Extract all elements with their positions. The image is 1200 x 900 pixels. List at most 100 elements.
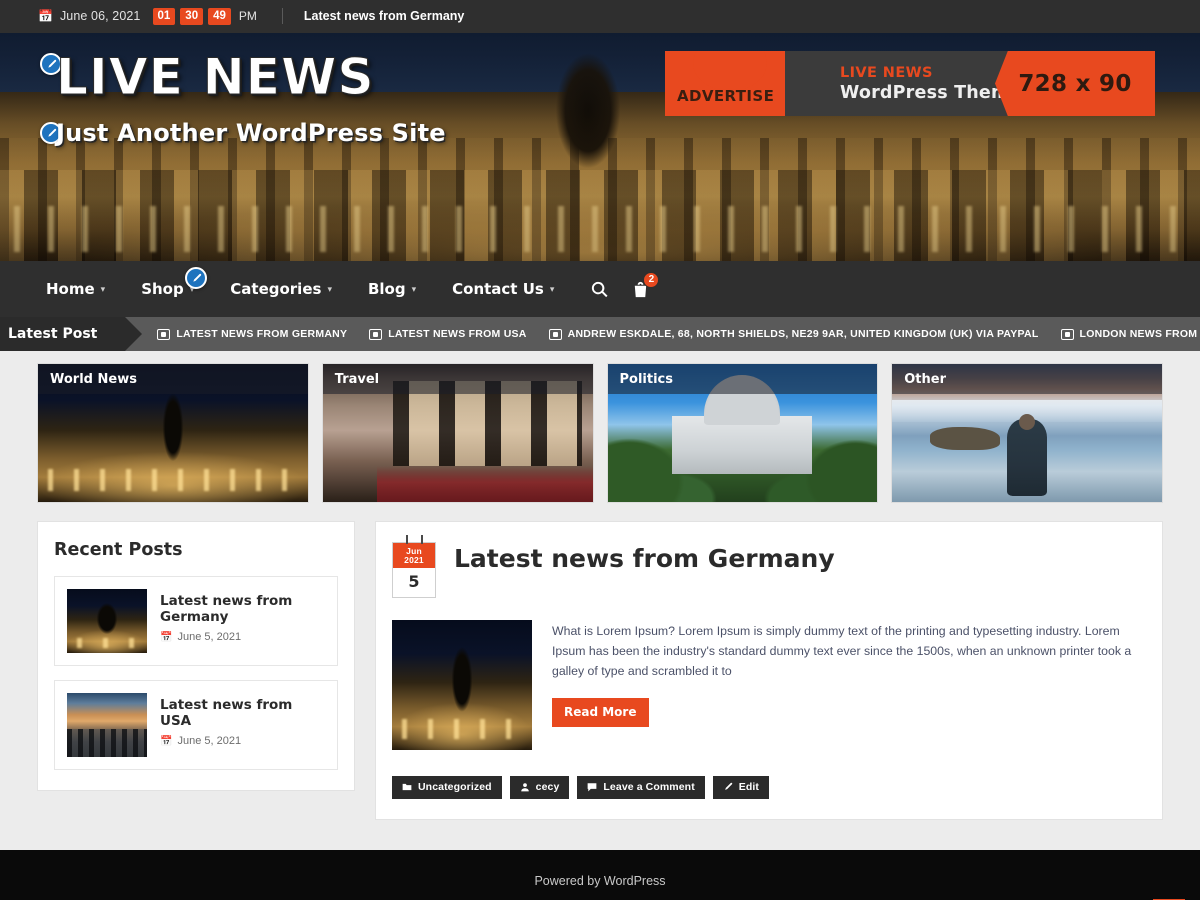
site-footer: Powered by WordPress All rights reserved… — [0, 849, 1200, 900]
meta-label: Uncategorized — [418, 780, 492, 793]
post-author-tag[interactable]: cecy — [509, 775, 570, 799]
post-category-tag[interactable]: Uncategorized — [392, 775, 502, 799]
clock-minutes: 30 — [180, 7, 204, 26]
ticker-item[interactable]: LATEST NEWS FROM USA — [369, 328, 526, 340]
post-date-badge: Jun 2021 5 — [392, 535, 436, 598]
recent-posts-title: Recent Posts — [54, 540, 183, 560]
folder-icon — [402, 783, 412, 790]
top-bar: 📅 June 06, 2021 01 30 49 PM Latest news … — [0, 0, 1200, 33]
content-area: Recent Posts Latest news from Germany 📅 … — [0, 503, 1200, 850]
calendar-icon: 📅 — [160, 631, 173, 643]
category-card-travel[interactable]: Travel — [321, 363, 594, 503]
edit-post-tag[interactable]: Edit — [712, 775, 770, 799]
clock-seconds: 49 — [208, 7, 231, 26]
post-featured-image[interactable] — [392, 619, 532, 750]
category-label: Travel — [322, 364, 593, 394]
recent-post-thumbnail — [67, 589, 147, 653]
recent-post-title[interactable]: Latest news from Germany — [160, 593, 325, 625]
news-icon — [548, 328, 562, 340]
nav-item-home[interactable]: Home ▾ — [40, 280, 123, 298]
current-date: June 06, 2021 — [59, 9, 141, 24]
nav-label: Home — [46, 280, 95, 298]
category-card-other[interactable]: Other — [891, 363, 1163, 503]
chevron-down-icon: ▾ — [549, 285, 555, 295]
post-excerpt: What is Lorem Ipsum? Lorem Ipsum is simp… — [552, 623, 1132, 678]
nav-label: Shop — [141, 280, 184, 298]
category-label: World News — [38, 364, 308, 394]
cart-count-badge: 2 — [643, 271, 660, 288]
recent-post-date: 📅 June 5, 2021 — [160, 735, 325, 747]
shopping-bag-icon[interactable]: 2 — [631, 271, 660, 299]
ad-size-label: 728 x 90 — [1018, 70, 1132, 97]
recent-post-date: 📅 June 5, 2021 — [160, 631, 325, 643]
post-meta-row: Uncategorized cecy Leave a Comment Edit — [392, 775, 1144, 799]
category-card-politics[interactable]: Politics — [606, 363, 879, 503]
main-article: Jun 2021 5 Latest news from Germany What… — [375, 521, 1163, 820]
meta-label: cecy — [535, 780, 560, 793]
nav-item-contact-us[interactable]: Contact Us ▾ — [434, 280, 572, 298]
ticker-items: LATEST NEWS FROM GERMANY LATEST NEWS FRO… — [157, 328, 1197, 340]
recent-post-item[interactable]: Latest news from USA 📅 June 5, 2021 — [54, 680, 338, 770]
site-tagline: Just Another WordPress Site — [56, 119, 446, 147]
ticker-item-label: LATEST NEWS FROM GERMANY — [176, 328, 348, 340]
main-navigation: Home ▾ Shop ▾ Categories ▾ Blog ▾ Contac… — [0, 261, 1200, 317]
post-date-day: 5 — [392, 567, 436, 598]
divider — [281, 8, 283, 25]
ad-right-panel: 728 x 90 — [995, 51, 1155, 116]
category-cards: World News Travel Politics Other — [0, 351, 1200, 503]
site-title[interactable]: LIVE NEWS — [56, 52, 375, 103]
comment-icon — [588, 783, 597, 792]
pencil-icon — [724, 782, 733, 790]
nav-label: Contact Us — [452, 280, 544, 298]
read-more-button[interactable]: Read More — [552, 697, 649, 727]
category-card-world-news[interactable]: World News — [37, 363, 309, 503]
ticker-item-label: LONDON NEWS FROM — [1079, 328, 1198, 340]
chevron-down-icon: ▾ — [327, 285, 332, 295]
ticker-item-label: LATEST NEWS FROM USA — [388, 328, 527, 340]
date-text: June 5, 2021 — [177, 631, 242, 643]
chevron-down-icon: ▾ — [411, 285, 417, 295]
news-icon — [1060, 328, 1074, 340]
ticker-label: Latest Post — [0, 317, 143, 351]
clock: 01 30 49 PM — [152, 7, 257, 26]
ticker-item[interactable]: ANDREW ESKDALE, 68, NORTH SHIELDS, NE29 … — [548, 328, 1039, 340]
sidebar: Recent Posts Latest news from Germany 📅 … — [37, 521, 355, 791]
news-icon — [369, 328, 383, 340]
meta-label: Edit — [738, 780, 760, 793]
topbar-headline[interactable]: Latest news from Germany — [304, 9, 464, 23]
ad-advertise-label: ADVERTISE — [677, 87, 775, 105]
category-label: Politics — [607, 364, 878, 394]
leave-comment-tag[interactable]: Leave a Comment — [577, 775, 705, 799]
edit-menu-pencil-icon[interactable] — [185, 267, 207, 289]
date-text: June 5, 2021 — [177, 735, 242, 747]
powered-by-link[interactable]: Powered by WordPress — [534, 874, 665, 888]
recent-post-thumbnail — [67, 693, 147, 757]
advertisement-banner[interactable]: ADVERTISE LIVE NEWS WordPress Theme 728 … — [665, 51, 1155, 116]
nav-item-blog[interactable]: Blog ▾ — [350, 280, 434, 298]
nav-label: Categories — [230, 280, 322, 298]
news-icon — [157, 328, 171, 340]
calendar-icon: 📅 — [38, 9, 53, 24]
nav-label: Blog — [367, 280, 406, 298]
site-branding: LIVE NEWS Just Another WordPress Site — [40, 52, 446, 147]
nav-menu: Home ▾ Shop ▾ Categories ▾ Blog ▾ Contac… — [40, 271, 660, 299]
page-body: World News Travel Politics Other Recent … — [0, 351, 1200, 850]
category-label: Other — [892, 364, 1162, 394]
site-header-banner: LIVE NEWS Just Another WordPress Site AD… — [0, 33, 1200, 261]
user-icon — [520, 783, 529, 792]
meta-label: Leave a Comment — [603, 780, 695, 793]
recent-post-title[interactable]: Latest news from USA — [160, 697, 325, 729]
ticker-item-label: ANDREW ESKDALE, 68, NORTH SHIELDS, NE29 … — [567, 328, 1039, 340]
powered-by-text: Powered by WordPress — [0, 874, 1200, 888]
latest-post-ticker: Latest Post LATEST NEWS FROM GERMANY LAT… — [0, 317, 1200, 351]
nav-item-categories[interactable]: Categories ▾ — [212, 280, 350, 298]
ticker-item[interactable]: LONDON NEWS FROM — [1060, 328, 1198, 340]
post-title[interactable]: Latest news from Germany — [454, 538, 835, 574]
clock-meridiem: PM — [238, 9, 257, 24]
ticker-item[interactable]: LATEST NEWS FROM GERMANY — [157, 328, 347, 340]
search-icon[interactable] — [590, 280, 609, 299]
calendar-icon: 📅 — [160, 735, 173, 747]
clock-hours: 01 — [152, 7, 176, 26]
recent-post-item[interactable]: Latest news from Germany 📅 June 5, 2021 — [54, 576, 338, 666]
post-date-year: 2021 — [404, 554, 424, 565]
